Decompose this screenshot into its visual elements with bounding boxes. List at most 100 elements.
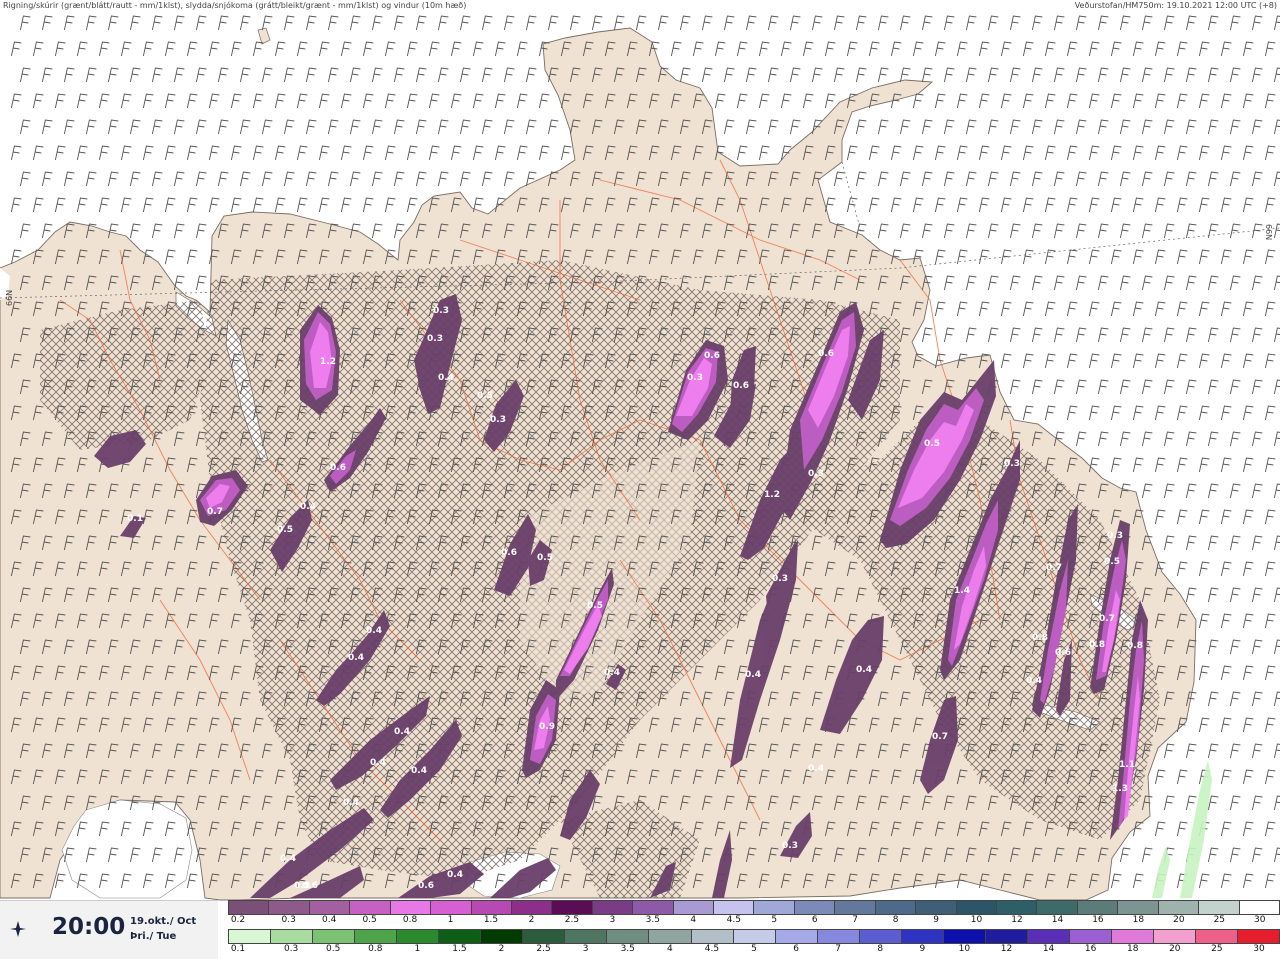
legend-label: 9 xyxy=(919,944,926,954)
legend-swatch xyxy=(775,930,818,943)
precip-value-label: 0.4 xyxy=(856,665,872,675)
precip-value-label: 0.4 xyxy=(411,766,427,776)
legend-swatch xyxy=(511,901,553,914)
precip-value-label: 0.3 xyxy=(490,415,506,425)
precip-value-label: 0.7 xyxy=(932,732,948,742)
legend-swatch xyxy=(754,901,795,914)
precip-value-label: 0.4 xyxy=(300,502,316,512)
legend-label: 6 xyxy=(793,944,799,954)
legend-label: 1 xyxy=(414,944,421,954)
precip-value-label: 1.2 xyxy=(764,490,780,500)
precip-value-label: 0.5 xyxy=(277,525,293,535)
legend-label: 0.8 xyxy=(402,915,418,925)
legend-label: 4.5 xyxy=(704,944,720,954)
precip-value-label: 1.4 xyxy=(954,586,970,596)
legend-swatch xyxy=(956,901,998,914)
legend-swatch xyxy=(1196,930,1239,943)
legend-swatch xyxy=(1069,930,1112,943)
legend-swatch xyxy=(835,901,876,914)
legend-swatch xyxy=(1199,901,1240,914)
legend-label: 7 xyxy=(835,944,842,954)
legend-label: 2.5 xyxy=(564,915,580,925)
precip-value-label: 0.8 xyxy=(1032,633,1048,643)
precip-value-label: 0.5 xyxy=(1104,557,1120,567)
legend-swatch xyxy=(1111,930,1155,943)
precip-value-label: 0.3 xyxy=(782,841,798,851)
precip-value-label: 0.8 xyxy=(1127,641,1143,651)
legend-label: 8 xyxy=(892,915,899,925)
legend-label: 20 xyxy=(1169,944,1181,954)
legend-swatch xyxy=(985,930,1028,943)
rain-scale-swatches xyxy=(228,929,1280,944)
legend-swatch xyxy=(592,901,634,914)
legend-swatch xyxy=(309,901,351,914)
legend-swatch xyxy=(481,930,524,943)
precip-value-label: 0.5 xyxy=(587,601,603,611)
legend-label: 18 xyxy=(1132,915,1145,925)
legend-swatch xyxy=(397,930,440,943)
legend-swatch xyxy=(431,901,472,914)
legend-label: 16 xyxy=(1084,944,1097,954)
precip-value-label: 0.4 xyxy=(280,854,296,864)
legend-swatch xyxy=(1118,901,1159,914)
legend-swatch xyxy=(471,901,512,914)
precip-value-label: 0.4 xyxy=(604,668,620,678)
precip-value-label: 1.3 xyxy=(1112,784,1128,794)
legend-label: 10 xyxy=(970,915,983,925)
legend-swatch xyxy=(607,930,650,943)
map-header-right: Veðurstofan/HM750m: 19.10.2021 12:00 UTC… xyxy=(1074,1,1277,10)
legend-label: 16 xyxy=(1092,915,1104,925)
precip-value-label: 0.7 xyxy=(207,507,223,517)
legend-label: 3 xyxy=(609,915,616,925)
weather-map: 66N 66N 0.30.30.41.20.50.10.70.60.40.50.… xyxy=(0,0,1280,901)
legend-swatch xyxy=(269,901,310,914)
precip-value-label: 0.4 xyxy=(808,764,824,774)
legend-swatch xyxy=(633,901,674,914)
legend-swatch xyxy=(817,930,860,943)
snow-scale-swatches xyxy=(228,900,1280,915)
legend-swatch xyxy=(916,901,957,914)
legend-swatch xyxy=(552,901,593,914)
legend-label: 5 xyxy=(751,944,757,954)
snow-scale-legend: 0.2 0.3 0.4 0.5 0.8 1 1.5 2 2.5 3 3.5 4 4.5 5 6 7 8 9 10 12… xyxy=(228,900,1280,927)
legend-label: 8 xyxy=(877,944,884,954)
forecast-time-box: 20:00 19.okt./ Oct Þri./ Tue xyxy=(0,900,218,959)
precip-value-label: 0.3 xyxy=(427,334,443,344)
precip-value-label: 0.5 xyxy=(924,439,940,449)
map-header-left: Rigning/skúrir (grænt/blátt/rautt - mm/1… xyxy=(3,1,467,10)
legend-swatch xyxy=(673,901,715,914)
legend-label: 2 xyxy=(498,944,505,954)
legend-swatch xyxy=(1239,901,1279,914)
legend-label: 4 xyxy=(690,915,697,925)
legend-label: 9 xyxy=(933,915,939,925)
legend-swatch xyxy=(1027,930,1070,943)
precip-value-label: 0.4 xyxy=(394,727,410,737)
legend-label: 0.3 xyxy=(281,915,296,925)
legend-label: 2 xyxy=(528,915,535,925)
precip-value-label: 0.4 xyxy=(370,758,386,768)
legend-label: 18 xyxy=(1126,944,1139,954)
precip-value-label: 0.3 xyxy=(1004,459,1020,469)
legend-swatch xyxy=(691,930,734,943)
legend-label: 14 xyxy=(1051,915,1064,925)
legend-label: 5 xyxy=(771,915,778,925)
legend-swatch xyxy=(1158,901,1200,914)
precip-value-label: 0.4 xyxy=(343,798,359,808)
precip-value-label: 0.9 xyxy=(539,722,555,732)
precip-value-label: 0.5 xyxy=(537,553,553,563)
legend-label: 30 xyxy=(1254,915,1266,925)
legend-swatch xyxy=(649,930,692,943)
forecast-weekday: Þri./ Tue xyxy=(130,931,177,942)
legend-label: 12 xyxy=(1000,944,1013,954)
snow-scale-labels: 0.2 0.3 0.4 0.5 0.8 1 1.5 2 2.5 3 3.5 4 4.5 5 6 7 8 9 10 12… xyxy=(228,915,1280,927)
legend-swatch xyxy=(794,901,836,914)
precip-value-label: 0.3 xyxy=(1107,531,1123,541)
legend-swatch xyxy=(1238,930,1280,943)
precip-value-label: 0.6 xyxy=(418,881,434,891)
precip-value-label: 1.1 xyxy=(1119,760,1135,770)
legend-label: 25 xyxy=(1211,944,1223,954)
legend-label: 0.8 xyxy=(368,944,383,954)
precip-value-label: 0.4 xyxy=(1026,676,1042,686)
rain-scale-legend: 0.1 0.3 0.5 0.8 1 1.5 2 2.5 3 3.5 4 4.5 5 6 7 8 9 10 12 14 1… xyxy=(228,929,1280,956)
legend-swatch xyxy=(355,930,398,943)
